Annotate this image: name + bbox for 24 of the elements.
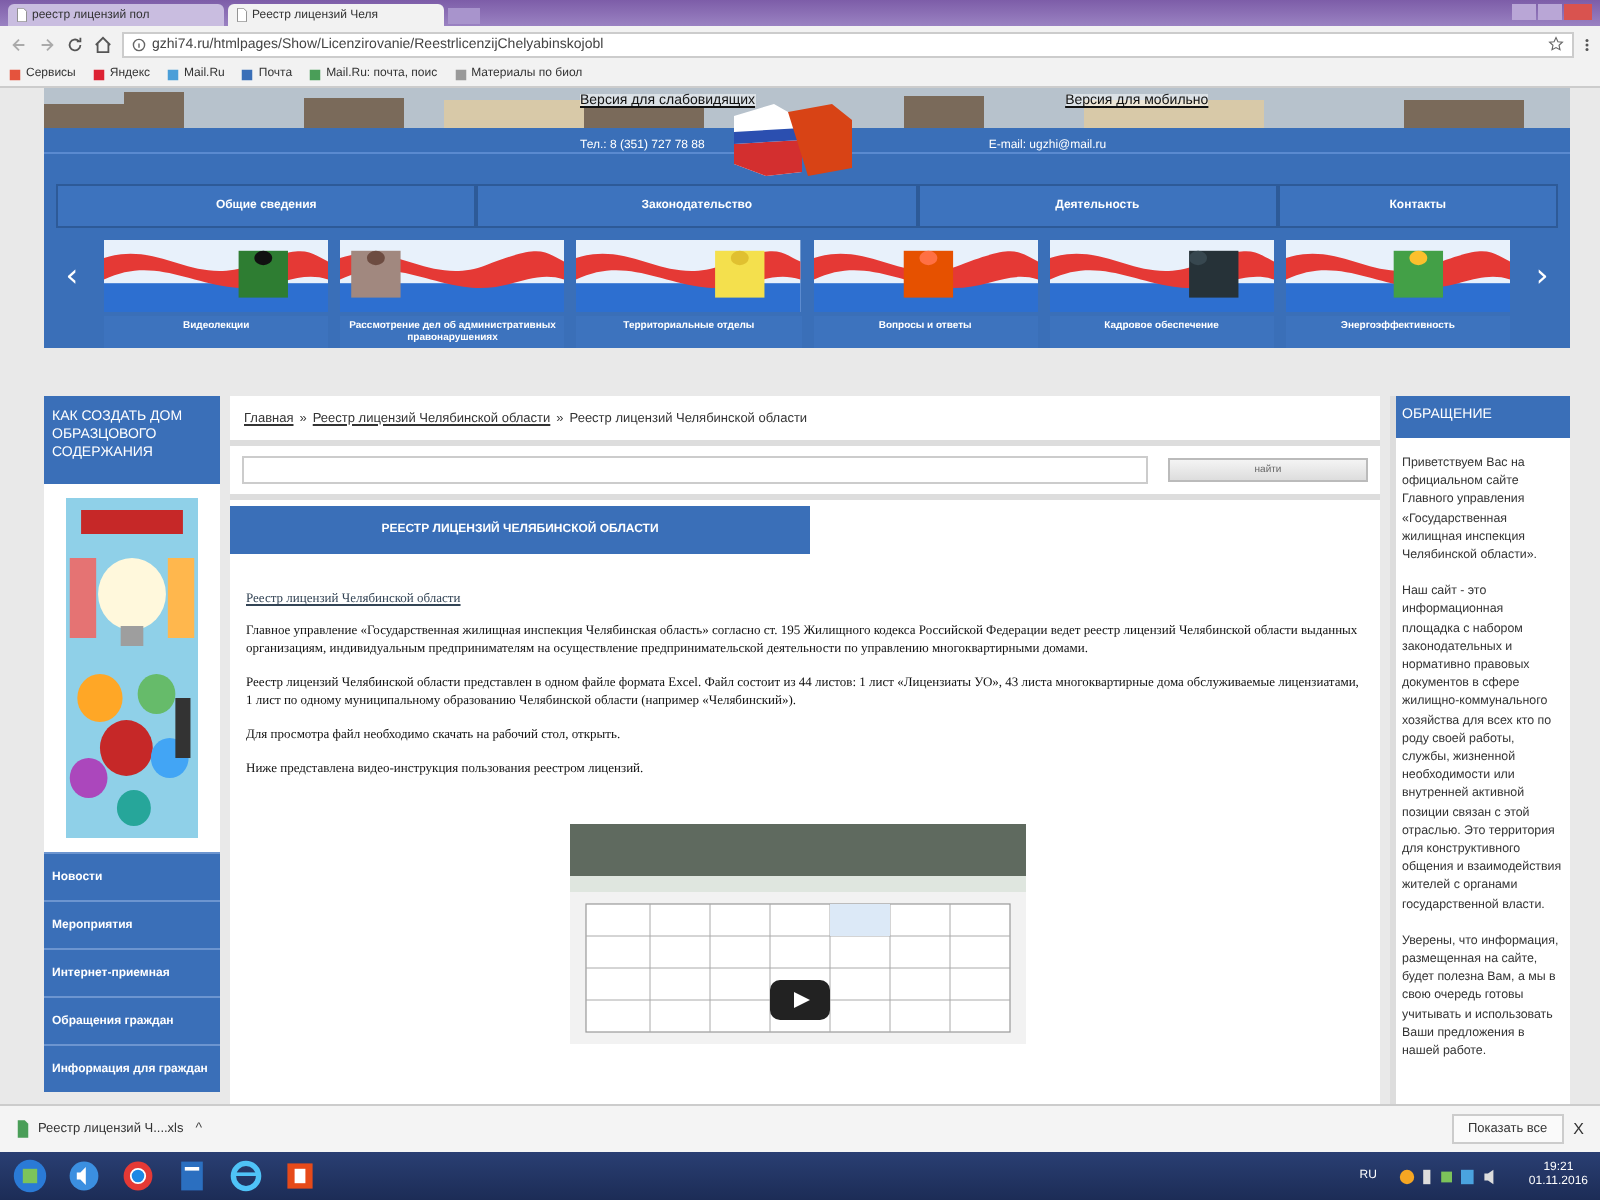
circle-icon[interactable] — [120, 1158, 156, 1194]
home-icon[interactable] — [94, 35, 112, 53]
menu-icon[interactable] — [1584, 35, 1590, 53]
next-button[interactable]: › — [1522, 256, 1563, 294]
bookmark-icon — [166, 67, 181, 81]
reload-icon[interactable] — [66, 35, 84, 53]
bookmark-icon — [308, 67, 323, 81]
page-icon — [16, 8, 28, 22]
bookmark-icon — [8, 67, 22, 81]
bookmark-icon — [91, 67, 106, 81]
play-icon[interactable] — [769, 980, 829, 1020]
bookmark-icon — [453, 67, 468, 81]
star-icon[interactable] — [1548, 36, 1564, 52]
browser-icon[interactable] — [228, 1158, 264, 1194]
start-icon[interactable] — [12, 1158, 48, 1194]
app-icon[interactable] — [282, 1158, 318, 1194]
page-icon — [236, 8, 248, 22]
speaker-icon[interactable] — [66, 1158, 102, 1194]
bookmark-icon — [240, 67, 255, 81]
info-icon — [132, 37, 146, 51]
previous-button[interactable]: ‹ — [52, 256, 92, 294]
close-button[interactable]: X — [1573, 1120, 1584, 1138]
search-field[interactable] — [242, 456, 1148, 484]
file-icon — [16, 1120, 30, 1138]
